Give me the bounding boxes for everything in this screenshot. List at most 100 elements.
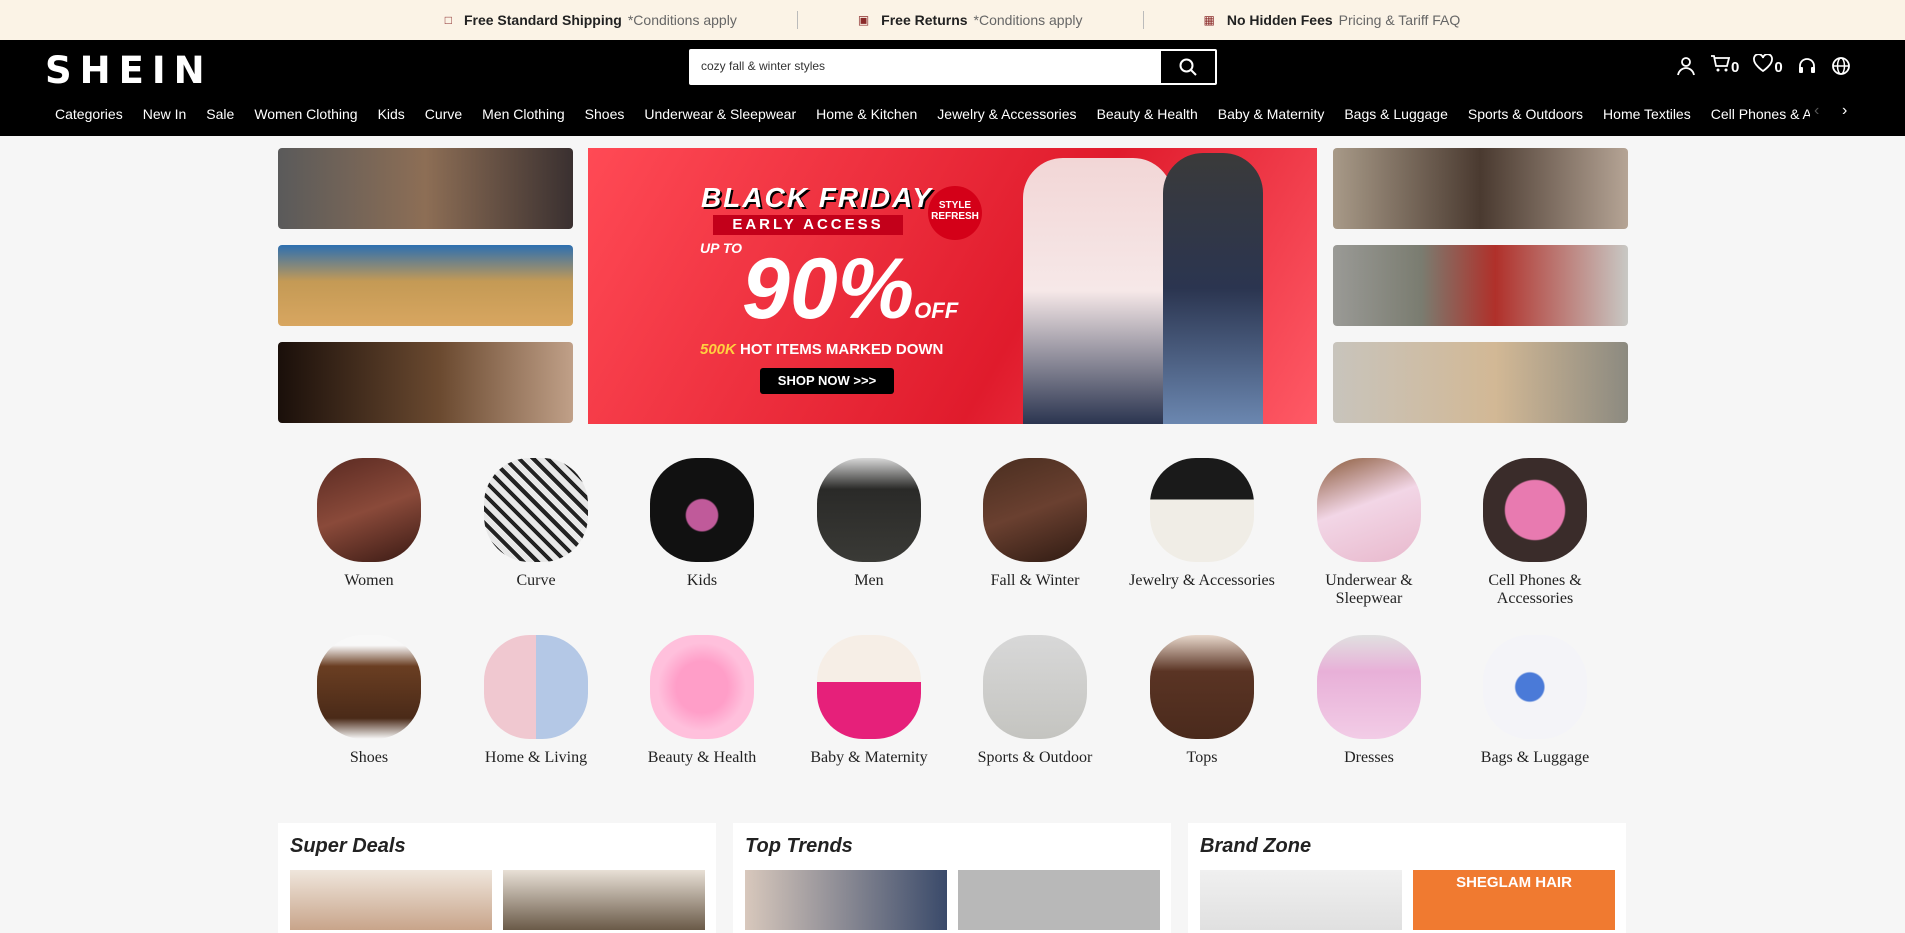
cart-button[interactable]: 0 [1710, 54, 1739, 77]
category-label: Tops [1186, 749, 1218, 766]
category-image [1317, 635, 1421, 739]
promo-free-shipping[interactable]: □ Free Standard Shipping *Conditions app… [385, 12, 797, 28]
brand-promo-label: SHEGLAM HAIR [1456, 874, 1572, 891]
nav-item-new-in[interactable]: New In [143, 106, 187, 126]
category-kids[interactable]: Kids [627, 458, 777, 590]
card-title: Brand Zone [1200, 835, 1312, 857]
category-image [650, 458, 754, 562]
nav-item-home-kitchen[interactable]: Home & Kitchen [816, 106, 917, 126]
nav-item-home-textiles[interactable]: Home Textiles [1603, 106, 1691, 126]
nav-scroll: ‹ › [1812, 102, 1852, 126]
category-image [1317, 458, 1421, 562]
category-label: Sports & Outdoor [977, 749, 1093, 766]
nav-item-curve[interactable]: Curve [425, 106, 462, 126]
promo-title: Free Returns [881, 12, 968, 28]
super-deals-card[interactable]: Super Deals [278, 823, 716, 933]
category-tops[interactable]: Tops [1127, 635, 1277, 767]
nav-item-sale[interactable]: Sale [206, 106, 234, 126]
nav-item-kids[interactable]: Kids [378, 106, 405, 126]
category-curve[interactable]: Curve [461, 458, 611, 590]
top-trends-card[interactable]: Top Trends [733, 823, 1171, 933]
cart-count: 0 [1731, 59, 1740, 76]
nav-item-underwear[interactable]: Underwear & Sleepwear [644, 106, 796, 126]
nav-item-women-clothing[interactable]: Women Clothing [254, 106, 357, 126]
product-image[interactable] [1200, 870, 1402, 930]
product-image[interactable] [290, 870, 492, 930]
category-cell-phones[interactable]: Cell Phones & Accessories [1460, 458, 1610, 608]
chevron-right-icon[interactable]: › [1842, 102, 1847, 120]
search-input[interactable]: cozy fall & winter styles [701, 59, 825, 73]
category-jewelry[interactable]: Jewelry & Accessories [1127, 458, 1277, 590]
globe-icon[interactable] [1831, 56, 1851, 76]
nav-item-cell-phones[interactable]: Cell Phones & Accessor [1711, 106, 1810, 126]
banner-tile[interactable] [1333, 342, 1628, 423]
brand-promo[interactable]: SHEGLAM HAIR [1413, 870, 1615, 930]
category-underwear[interactable]: Underwear & Sleepwear [1294, 458, 1444, 608]
category-dresses[interactable]: Dresses [1294, 635, 1444, 767]
search-icon [1179, 58, 1197, 76]
site-header: SHEIN cozy fall & winter styles 0 0 Cate… [0, 40, 1905, 136]
product-image[interactable] [503, 870, 705, 930]
category-image [1150, 635, 1254, 739]
category-image [650, 635, 754, 739]
nav-item-shoes[interactable]: Shoes [585, 106, 625, 126]
promo-note: Pricing & Tariff FAQ [1338, 12, 1461, 28]
category-label: Men [854, 572, 884, 589]
hero-banner[interactable]: BLACK FRIDAY EARLY ACCESS STYLE REFRESH … [588, 148, 1317, 424]
product-image[interactable] [958, 870, 1160, 930]
promo-free-returns[interactable]: ▣ Free Returns *Conditions apply [798, 12, 1143, 28]
category-men[interactable]: Men [794, 458, 944, 590]
category-sports[interactable]: Sports & Outdoor [960, 635, 1110, 767]
banner-tile[interactable] [1333, 148, 1628, 229]
category-label: Home & Living [484, 749, 588, 766]
banner-tile[interactable] [278, 148, 573, 229]
category-home-living[interactable]: Home & Living [461, 635, 611, 767]
category-image [484, 635, 588, 739]
category-image [317, 458, 421, 562]
shein-logo[interactable]: SHEIN [45, 49, 213, 92]
category-fall-winter[interactable]: Fall & Winter [960, 458, 1110, 590]
nav-item-bags[interactable]: Bags & Luggage [1344, 106, 1448, 126]
category-label: Underwear & Sleepwear [1325, 572, 1413, 607]
nav-item-categories[interactable]: Categories [55, 106, 123, 126]
hero-model-image [1163, 153, 1263, 424]
wishlist-button[interactable]: 0 [1753, 53, 1783, 77]
hero-title: BLACK FRIDAY [701, 182, 933, 213]
shop-now-button[interactable]: SHOP NOW >>> [760, 368, 894, 394]
banner-tile[interactable] [278, 342, 573, 423]
chevron-left-icon[interactable]: ‹ [1814, 102, 1819, 120]
category-bags[interactable]: Bags & Luggage [1460, 635, 1610, 767]
card-title: Top Trends [745, 835, 853, 857]
banner-tile[interactable] [278, 245, 573, 326]
heart-icon [1753, 53, 1774, 73]
category-baby[interactable]: Baby & Maternity [794, 635, 944, 767]
category-image [317, 635, 421, 739]
hero-discount: UP TO90%OFF [700, 240, 958, 339]
document-icon: ▦ [1203, 13, 1215, 27]
nav-item-beauty[interactable]: Beauty & Health [1097, 106, 1198, 126]
hero-items-text: HOT ITEMS MARKED DOWN [740, 341, 944, 358]
hero-items-count: 500K [700, 341, 736, 358]
promo-title: No Hidden Fees [1226, 12, 1333, 28]
search-bar: cozy fall & winter styles [689, 49, 1217, 85]
headset-icon[interactable] [1797, 56, 1817, 76]
nav-item-baby[interactable]: Baby & Maternity [1218, 106, 1325, 126]
category-women[interactable]: Women [294, 458, 444, 590]
nav-item-jewelry[interactable]: Jewelry & Accessories [937, 106, 1076, 126]
promo-no-hidden-fees[interactable]: ▦ No Hidden Fees Pricing & Tariff FAQ [1144, 12, 1521, 28]
banner-tile[interactable] [1333, 245, 1628, 326]
nav-item-men-clothing[interactable]: Men Clothing [482, 106, 565, 126]
category-label: Fall & Winter [990, 572, 1080, 589]
promo-note: *Conditions apply [627, 12, 737, 28]
cart-icon [1711, 55, 1731, 72]
category-label: Baby & Maternity [810, 749, 928, 766]
brand-zone-card[interactable]: Brand Zone SHEGLAM HAIR [1188, 823, 1626, 933]
category-image [1150, 458, 1254, 562]
user-icon[interactable] [1676, 56, 1696, 76]
search-button[interactable] [1161, 51, 1215, 83]
category-shoes[interactable]: Shoes [294, 635, 444, 767]
nav-item-sports[interactable]: Sports & Outdoors [1468, 106, 1583, 126]
category-beauty[interactable]: Beauty & Health [627, 635, 777, 767]
product-image[interactable] [745, 870, 947, 930]
category-image [1483, 458, 1587, 562]
